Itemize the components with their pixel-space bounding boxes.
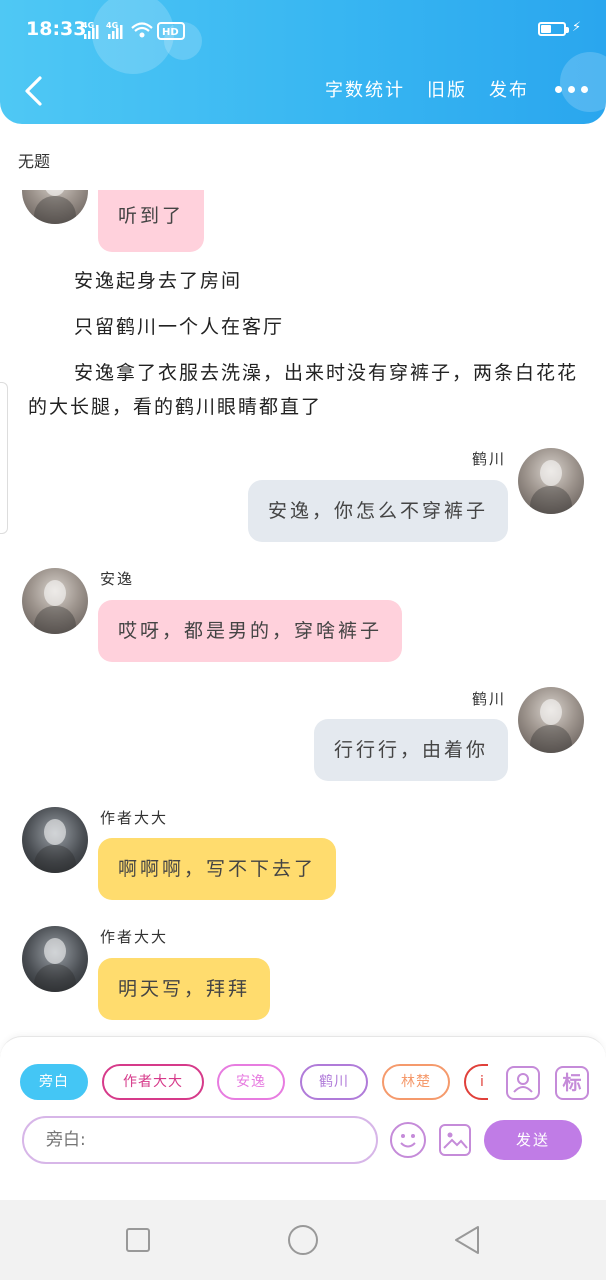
more-dot-icon xyxy=(581,85,588,93)
avatar[interactable] xyxy=(22,568,88,634)
avatar-body xyxy=(34,606,76,634)
speaker-name: 鹤川 xyxy=(471,450,506,468)
more-menu-button[interactable] xyxy=(555,80,588,99)
message-bubble[interactable]: 啊啊啊，写不下去了 xyxy=(98,838,337,900)
top-header: 18:33 4G 4G HD ⚡ 字数统计 旧版 发布 xyxy=(0,0,606,124)
narration-text[interactable]: 安逸拿了衣服去洗澡，出来时没有穿裤子，两条白花花的大长腿，看的鹤川眼睛都直了 xyxy=(28,356,578,424)
speaker-name: 作者大大 xyxy=(100,928,169,946)
image-icon xyxy=(443,1132,468,1149)
message-bubble[interactable]: 行行行，由着你 xyxy=(313,719,508,781)
message-bubble[interactable]: 听到了 xyxy=(98,190,204,252)
image-button[interactable] xyxy=(439,1124,471,1156)
character-icon[interactable] xyxy=(506,1066,540,1100)
battery-icon xyxy=(538,22,566,36)
word-count-button[interactable]: 字数统计 xyxy=(325,76,405,102)
speaker-name: 安逸 xyxy=(100,570,135,588)
message-input[interactable] xyxy=(22,1116,378,1164)
role-chip-more[interactable]: i xyxy=(464,1064,488,1100)
avatar-body xyxy=(34,964,76,992)
document-title[interactable]: 无题 xyxy=(18,148,50,172)
avatar-body xyxy=(34,196,76,224)
narration-text[interactable]: 只留鹤川一个人在客厅 xyxy=(28,310,578,344)
role-chip-hechuan[interactable]: 鹤川 xyxy=(300,1064,368,1100)
nav-back-button[interactable] xyxy=(452,1224,482,1260)
message-bubble[interactable]: 明天写，拜拜 xyxy=(98,958,271,1020)
battery-tip xyxy=(566,27,569,33)
role-chip-author[interactable]: 作者大大 xyxy=(102,1064,204,1100)
avatar-body xyxy=(530,486,572,514)
avatar-body xyxy=(34,845,76,873)
avatar-face xyxy=(44,580,66,606)
narration-text[interactable]: 安逸起身去了房间 xyxy=(28,264,578,298)
smile-icon xyxy=(400,1134,416,1148)
speaker-name: 作者大大 xyxy=(100,809,169,827)
home-button[interactable] xyxy=(288,1225,318,1255)
role-chip-anyi[interactable]: 安逸 xyxy=(217,1064,285,1100)
more-dot-icon xyxy=(555,85,562,93)
triangle-back-icon xyxy=(455,1226,479,1254)
role-chip-narrator[interactable]: 旁白 xyxy=(20,1064,88,1100)
avatar[interactable] xyxy=(518,687,584,753)
publish-button[interactable]: 发布 xyxy=(489,76,529,102)
role-selector: 旁白 作者大大 安逸 鹤川 林楚 i xyxy=(20,1064,488,1102)
more-dot-icon xyxy=(568,85,575,93)
avatar-body xyxy=(530,725,572,753)
avatar[interactable] xyxy=(22,807,88,873)
header-actions: 字数统计 旧版 发布 xyxy=(303,76,588,102)
person-card-icon xyxy=(513,1073,533,1093)
tag-icon[interactable]: 标 xyxy=(555,1066,589,1100)
charging-icon: ⚡ xyxy=(572,20,582,35)
status-time: 18:33 xyxy=(26,18,87,40)
chat-area[interactable]: 听到了 安逸起身去了房间 只留鹤川一个人在客厅 安逸拿了衣服去洗澡，出来时没有穿… xyxy=(0,190,606,1035)
avatar-face xyxy=(44,819,66,845)
recent-apps-button[interactable] xyxy=(126,1228,150,1252)
avatar-face xyxy=(44,938,66,964)
chevron-left-icon xyxy=(25,76,42,106)
avatar[interactable] xyxy=(22,190,88,224)
old-version-button[interactable]: 旧版 xyxy=(427,76,467,102)
send-button[interactable]: 发送 xyxy=(484,1120,582,1160)
battery-fill xyxy=(541,25,551,33)
back-button[interactable] xyxy=(18,74,52,108)
avatar[interactable] xyxy=(22,926,88,992)
speaker-name: 鹤川 xyxy=(471,690,506,708)
role-chip-linchu[interactable]: 林楚 xyxy=(382,1064,450,1100)
message-bubble[interactable]: 哎呀，都是男的，穿啥裤子 xyxy=(98,600,403,662)
avatar[interactable] xyxy=(518,448,584,514)
avatar-face xyxy=(540,699,562,725)
hd-label: HD xyxy=(162,27,179,38)
message-bubble[interactable]: 安逸，你怎么不穿裤子 xyxy=(247,480,508,542)
emoji-button[interactable] xyxy=(390,1122,426,1158)
avatar-face xyxy=(540,460,562,486)
signal-wifi-icons: 4G 4G HD xyxy=(82,21,185,40)
status-bar: 18:33 4G 4G HD ⚡ xyxy=(0,14,606,48)
